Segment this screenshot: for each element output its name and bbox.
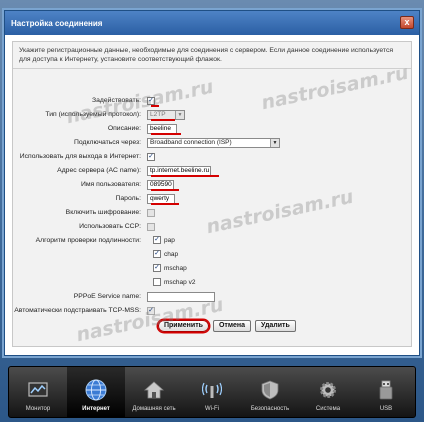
password-label: Пароль: [115,195,141,202]
row-connect-via: Подключаться через: Broadband connection… [13,136,413,149]
row-protocol: Тип (используемый протокол): L2TP ▼ [13,108,413,121]
tab-label: Безопасность [250,406,290,412]
tab-internet[interactable]: Интернет [67,367,125,417]
highlight-mark [151,119,175,121]
button-bar: Применить Отмена Удалить [158,320,296,332]
chap-label: chap [164,250,179,258]
chevron-down-icon: ▼ [175,110,184,119]
connection-settings-dialog: Настройка соединения x Укажите регистрац… [4,10,420,356]
highlight-mark [151,175,219,177]
pap-checkbox[interactable]: ✓ [153,236,161,244]
dialog-content: Укажите регистрационные данные, необходи… [12,41,412,347]
protocol-label: Тип (используемый протокол): [45,111,141,118]
dialog-titlebar: Настройка соединения x [5,11,419,35]
row-username: Имя пользователя: 089590 [13,178,413,191]
shield-icon [259,379,281,401]
tab-label: Система [315,406,341,412]
tcp-mss-checkbox[interactable]: ✓ [147,306,155,315]
row-tcp-mss: Автоматически подстраивать TCP-MSS: ✓ [13,304,413,317]
tab-label: Интернет [82,406,110,412]
monitor-icon [27,379,49,401]
use-internet-checkbox[interactable]: ✓ [147,152,155,161]
tab-home-network[interactable]: Домашняя сеть [125,367,183,417]
mschap-checkbox[interactable]: ✓ [153,264,161,272]
row-ccp: Использовать CCP: [13,220,413,233]
encryption-checkbox[interactable] [147,208,155,217]
server-input[interactable]: tp.internet.beeline.ru [147,165,211,176]
description-label: Описание: [107,125,141,132]
pppoe-service-input[interactable] [147,291,215,302]
username-input[interactable]: 089590 [147,179,174,190]
home-icon [143,379,165,401]
tab-system[interactable]: Система [299,367,357,417]
row-pppoe: PPPoE Service name: [13,290,413,303]
close-icon[interactable]: x [400,16,414,29]
delete-button[interactable]: Удалить [255,320,296,332]
usb-icon [375,379,397,401]
tab-label: USB [379,406,393,412]
tab-label: Wi-Fi [205,406,219,412]
tab-wifi[interactable]: Wi-Fi [183,367,241,417]
auth-option-chap[interactable]: ✓ chap [153,250,178,258]
globe-icon [85,379,107,401]
tcp-mss-label: Автоматически подстраивать TCP-MSS: [14,307,141,314]
highlight-mark [151,133,181,135]
description-input[interactable]: beeline [147,123,177,134]
auth-option-mschap[interactable]: ✓ mschap [153,264,187,272]
mschap-v2-label: mschap v2 [164,278,196,286]
row-auth: Алгоритм проверки подлинности: [13,234,413,247]
server-label: Адрес сервера (AC name): [57,167,141,174]
notice-text: Укажите регистрационные данные, необходи… [13,42,411,69]
ccp-checkbox[interactable] [147,222,155,231]
mschap-label: mschap [164,264,187,272]
encryption-label: Включить шифрование: [65,209,141,216]
protocol-select[interactable]: L2TP ▼ [147,109,185,120]
gear-icon [317,379,339,401]
enable-checkbox[interactable]: ✓ [147,96,155,105]
tab-usb[interactable]: USB [357,367,415,417]
mschap-v2-checkbox[interactable] [153,278,161,286]
apply-button[interactable]: Применить [158,320,209,332]
auth-label: Алгоритм проверки подлинности: [35,237,141,244]
connect-via-select[interactable]: Broadband connection (ISP) ▼ [147,137,280,148]
taskbar: Монитор Интернет Домашняя сеть Wi-Fi Без… [8,366,416,418]
pppoe-label: PPPoE Service name: [73,293,141,300]
username-label: Имя пользователя: [80,181,141,188]
row-description: Описание: beeline [13,122,413,135]
auth-option-pap[interactable]: ✓ pap [153,236,175,244]
enable-label: Задействовать: [92,97,141,104]
wifi-icon [201,379,223,401]
password-input[interactable]: qwerty [147,193,175,204]
highlight-mark [151,105,159,107]
protocol-value: L2TP [150,110,166,118]
cancel-button[interactable]: Отмена [212,320,252,332]
tab-monitor[interactable]: Монитор [9,367,67,417]
row-use-internet: Использовать для выхода в Интернет: ✓ [13,150,413,163]
row-enable: Задействовать: ✓ [13,94,413,107]
highlight-mark [151,203,179,205]
tab-security[interactable]: Безопасность [241,367,299,417]
auth-option-mschap-v2[interactable]: mschap v2 [153,278,195,286]
highlight-mark [151,189,179,191]
chevron-down-icon: ▼ [270,138,279,147]
chap-checkbox[interactable]: ✓ [153,250,161,258]
tab-label: Домашняя сеть [132,406,176,412]
connect-via-value: Broadband connection (ISP) [150,138,232,146]
connect-via-label: Подключаться через: [74,139,141,146]
row-encryption: Включить шифрование: [13,206,413,219]
dialog-title: Настройка соединения [11,18,103,28]
pap-label: pap [164,236,175,244]
row-password: Пароль: qwerty [13,192,413,205]
tab-label: Монитор [25,406,51,412]
use-internet-label: Использовать для выхода в Интернет: [19,153,141,160]
ccp-label: Использовать CCP: [79,223,141,230]
